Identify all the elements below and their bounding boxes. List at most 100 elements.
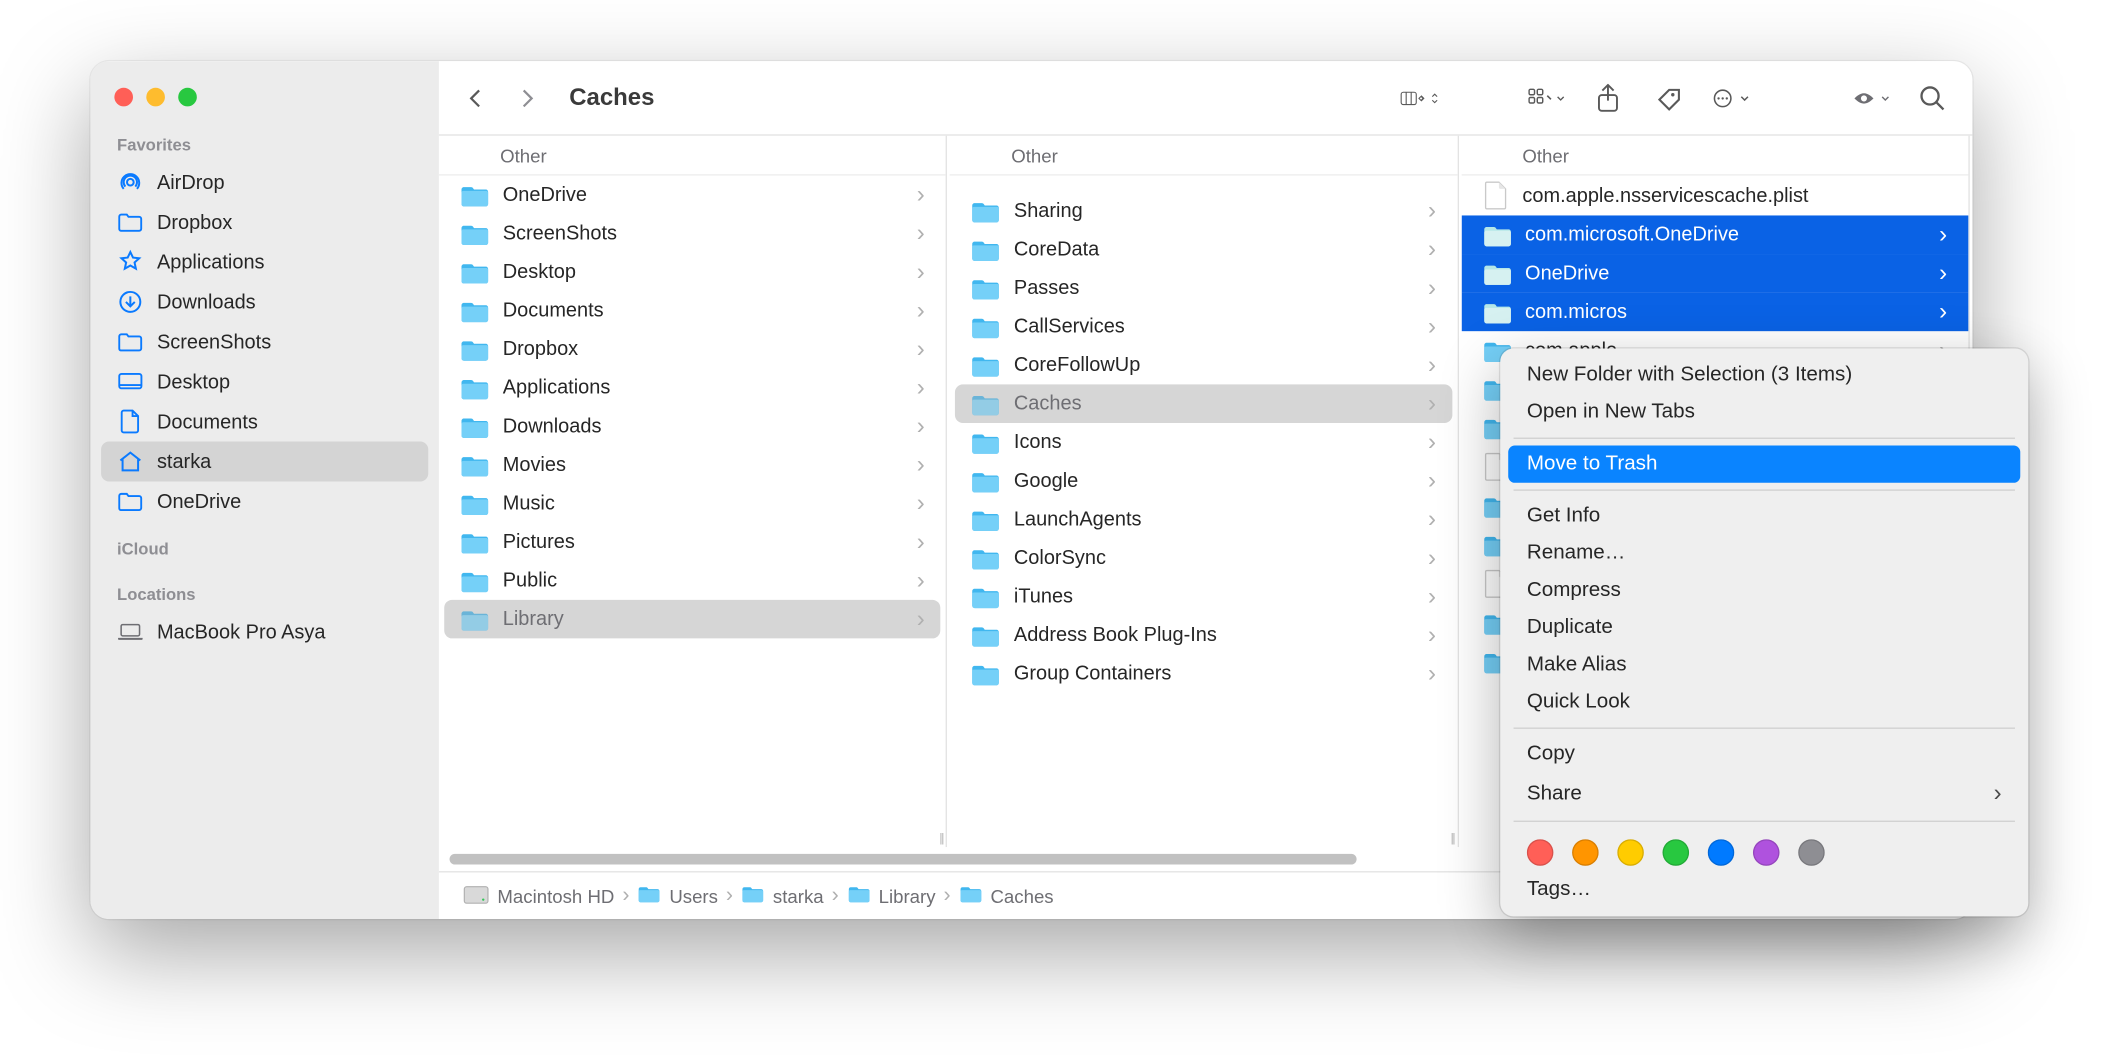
list-item[interactable]: Applications› — [444, 368, 941, 407]
list-item[interactable]: CoreData› — [955, 230, 1452, 269]
column-header[interactable]: Other — [1461, 136, 1968, 176]
tag-color[interactable] — [1527, 839, 1554, 866]
list-item[interactable]: Icons› — [955, 423, 1452, 462]
list-item[interactable]: Downloads› — [444, 407, 941, 446]
path-segment[interactable]: Library — [847, 884, 936, 907]
sidebar-item-desktop[interactable]: Desktop — [101, 362, 428, 402]
list-item[interactable]: Sharing› — [955, 192, 1452, 231]
share-icon[interactable] — [1589, 82, 1626, 114]
close-button[interactable] — [114, 88, 133, 107]
list-item[interactable]: Library› — [444, 600, 941, 639]
sidebar-item-macbook-pro-asya[interactable]: MacBook Pro Asya — [101, 612, 428, 652]
list-item[interactable]: Address Book Plug-Ins› — [955, 616, 1452, 655]
path-segment[interactable]: Macintosh HD — [463, 883, 615, 908]
folder-icon — [971, 276, 1000, 300]
list-item[interactable]: com.micros› — [1461, 293, 1968, 332]
list-item[interactable]: com.apple.nsservicescache.plist — [1467, 176, 1964, 216]
tags-icon[interactable] — [1651, 82, 1688, 114]
menu-item-move-to-trash[interactable]: Move to Trash — [1508, 446, 2020, 483]
preview-icon[interactable] — [1853, 82, 1890, 114]
menu-item-quick-look[interactable]: Quick Look — [1508, 684, 2020, 721]
search-icon[interactable] — [1914, 82, 1951, 114]
list-item[interactable]: Caches› — [955, 384, 1452, 423]
list-item[interactable]: ScreenShots› — [444, 214, 941, 253]
menu-item-tags[interactable]: Tags… — [1508, 871, 2020, 908]
sidebar-item-starka[interactable]: starka — [101, 442, 428, 482]
sidebar-item-onedrive[interactable]: OneDrive — [101, 481, 428, 521]
toolbar: Caches — [439, 61, 1972, 135]
list-item[interactable]: com.microsoft.OneDrive› — [1461, 215, 1968, 254]
menu-item-new-folder-with-selection-3-items[interactable]: New Folder with Selection (3 Items) — [1508, 356, 2020, 393]
folder-icon — [971, 546, 1000, 570]
action-icon[interactable] — [1712, 82, 1749, 114]
tag-color[interactable] — [1708, 839, 1735, 866]
list-item[interactable]: Music› — [444, 484, 941, 523]
list-item[interactable]: Desktop› — [444, 253, 941, 292]
chevron-right-icon: › — [917, 489, 925, 517]
list-item[interactable]: Movies› — [444, 446, 941, 485]
sidebar-item-downloads[interactable]: Downloads — [101, 282, 428, 322]
chevron-right-icon: › — [1428, 660, 1436, 688]
sidebar-item-airdrop[interactable]: AirDrop — [101, 162, 428, 202]
list-item[interactable]: Documents› — [444, 291, 941, 330]
minimize-button[interactable] — [146, 88, 165, 107]
column-header[interactable]: Other — [439, 136, 946, 176]
item-label: ScreenShots — [503, 222, 617, 245]
chevron-right-icon: › — [917, 374, 925, 402]
sidebar-item-documents[interactable]: Documents — [101, 402, 428, 442]
list-item[interactable]: Dropbox› — [444, 330, 941, 369]
list-item[interactable]: CallServices› — [955, 307, 1452, 346]
column-body[interactable]: OneDrive›ScreenShots›Desktop›Documents›D… — [439, 176, 946, 848]
list-item[interactable]: OneDrive› — [444, 176, 941, 215]
folder-icon — [971, 623, 1000, 647]
chevron-right-icon: › — [917, 258, 925, 286]
menu-item-rename[interactable]: Rename… — [1508, 535, 2020, 572]
tag-color[interactable] — [1663, 839, 1690, 866]
download-icon — [117, 289, 144, 316]
back-button[interactable] — [460, 82, 492, 114]
folder-icon — [460, 221, 489, 245]
tag-color[interactable] — [1572, 839, 1599, 866]
zoom-button[interactable] — [178, 88, 197, 107]
column-body[interactable]: Sharing›CoreData›Passes›CallServices›Cor… — [950, 176, 1457, 848]
item-label: Passes — [1014, 277, 1079, 300]
group-icon[interactable] — [1528, 82, 1565, 114]
menu-item-copy[interactable]: Copy — [1508, 735, 2020, 772]
menu-item-get-info[interactable]: Get Info — [1508, 497, 2020, 534]
list-item[interactable]: CoreFollowUp› — [955, 346, 1452, 385]
tag-color[interactable] — [1798, 839, 1825, 866]
list-item[interactable]: Public› — [444, 561, 941, 600]
menu-item-share[interactable]: Share› — [1508, 773, 2020, 814]
chevron-right-icon: › — [917, 412, 925, 440]
chevron-right-icon: › — [1428, 235, 1436, 263]
list-item[interactable]: ColorSync› — [955, 539, 1452, 578]
list-item[interactable]: OneDrive› — [1461, 254, 1968, 293]
sidebar-item-dropbox[interactable]: Dropbox — [101, 202, 428, 242]
forward-button[interactable] — [511, 82, 543, 114]
tag-color[interactable] — [1617, 839, 1644, 866]
menu-item-compress[interactable]: Compress — [1508, 572, 2020, 609]
menu-item-make-alias[interactable]: Make Alias — [1508, 646, 2020, 683]
folder-icon — [460, 376, 489, 400]
chevron-right-icon: › — [1428, 351, 1436, 379]
path-segment[interactable]: starka — [741, 884, 824, 907]
path-segment[interactable]: Users — [637, 884, 718, 907]
apps-icon — [117, 249, 144, 276]
menu-item-open-in-new-tabs[interactable]: Open in New Tabs — [1508, 394, 2020, 431]
column-header[interactable]: Other — [950, 136, 1457, 176]
path-segment[interactable]: Caches — [959, 884, 1054, 907]
sidebar-item-screenshots[interactable]: ScreenShots — [101, 322, 428, 362]
folder-icon — [460, 414, 489, 438]
tag-color[interactable] — [1753, 839, 1780, 866]
list-item[interactable]: LaunchAgents› — [955, 500, 1452, 539]
list-item[interactable]: Group Containers› — [955, 654, 1452, 693]
item-label: Pictures — [503, 531, 575, 554]
folder-icon — [460, 337, 489, 361]
view-columns-icon[interactable] — [1400, 82, 1437, 114]
list-item[interactable]: iTunes› — [955, 577, 1452, 616]
list-item[interactable]: Passes› — [955, 269, 1452, 308]
list-item[interactable]: Google› — [955, 462, 1452, 501]
menu-item-duplicate[interactable]: Duplicate — [1508, 609, 2020, 646]
list-item[interactable]: Pictures› — [444, 523, 941, 562]
sidebar-item-applications[interactable]: Applications — [101, 242, 428, 282]
